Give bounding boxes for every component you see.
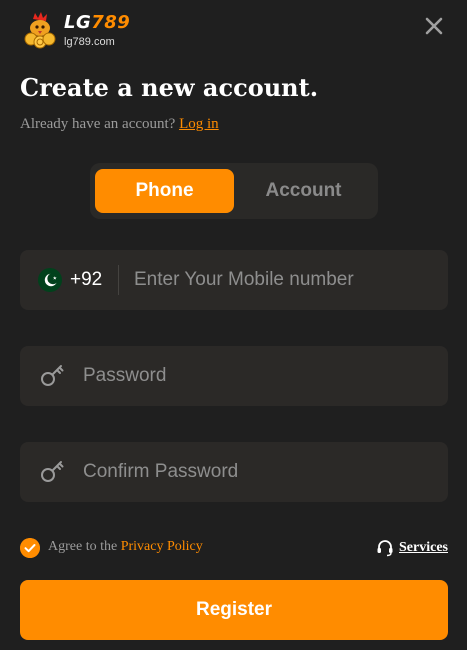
registration-tabs: Phone Account bbox=[90, 163, 378, 219]
brand-name: LG789 bbox=[64, 12, 130, 33]
page-title: Create a new account. bbox=[20, 73, 319, 102]
password-input[interactable] bbox=[83, 346, 433, 406]
phone-field: +92 bbox=[20, 250, 448, 310]
headset-icon bbox=[377, 540, 393, 557]
login-prompt-text: Already have an account? bbox=[20, 116, 176, 132]
login-link[interactable]: Log in bbox=[179, 116, 219, 132]
tab-phone[interactable]: Phone bbox=[95, 169, 234, 213]
services-label: Services bbox=[399, 540, 448, 555]
brand-prefix: LG bbox=[64, 12, 92, 33]
brand-domain: lg789.com bbox=[64, 36, 115, 48]
login-prompt: Already have an account? Log in bbox=[20, 116, 219, 133]
close-icon[interactable] bbox=[422, 14, 446, 38]
agree-label: Agree to the bbox=[48, 539, 118, 554]
header: LG789 lg789.com bbox=[20, 10, 450, 54]
field-divider bbox=[118, 265, 119, 295]
country-code[interactable]: +92 bbox=[70, 269, 102, 291]
confirm-password-field bbox=[20, 442, 448, 502]
password-field bbox=[20, 346, 448, 406]
key-icon bbox=[41, 461, 64, 482]
phone-input[interactable] bbox=[134, 250, 434, 310]
rooster-coin-logo-icon bbox=[24, 12, 56, 49]
tab-account[interactable]: Account bbox=[234, 169, 373, 213]
services-link[interactable]: Services bbox=[376, 538, 448, 558]
key-icon bbox=[41, 365, 64, 386]
agree-checkbox[interactable] bbox=[20, 538, 40, 558]
agree-text: Agree to the Privacy Policy bbox=[48, 539, 203, 555]
privacy-policy-link[interactable]: Privacy Policy bbox=[121, 539, 203, 554]
pakistan-flag-icon bbox=[38, 268, 62, 292]
confirm-password-input[interactable] bbox=[83, 442, 433, 502]
register-button[interactable]: Register bbox=[20, 580, 448, 640]
brand-number: 789 bbox=[91, 12, 131, 33]
brand-logo[interactable]: LG789 lg789.com bbox=[20, 10, 130, 54]
